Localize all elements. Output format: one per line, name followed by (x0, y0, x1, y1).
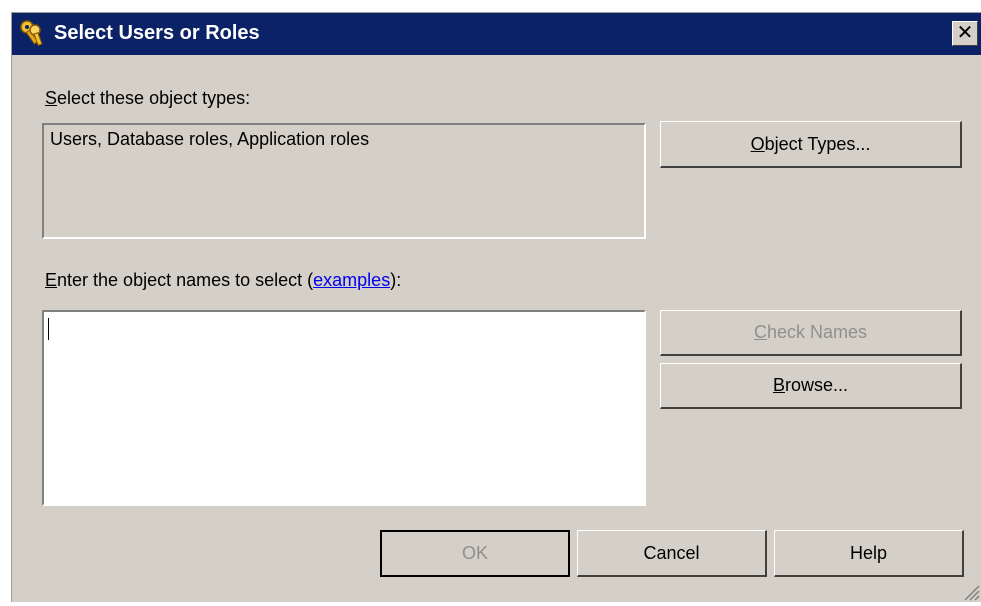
browse-button[interactable]: Browse... (660, 363, 962, 409)
check-names-button[interactable]: Check Names (660, 310, 962, 356)
object-names-input[interactable] (42, 310, 646, 506)
title-bar[interactable]: Select Users or Roles ✕ (12, 13, 981, 55)
object-types-field: Users, Database roles, Application roles (42, 123, 646, 239)
object-types-value: Users, Database roles, Application roles (50, 129, 370, 149)
close-icon: ✕ (956, 22, 974, 44)
text-caret (48, 318, 49, 340)
help-button[interactable]: Help (774, 530, 964, 577)
cancel-button[interactable]: Cancel (577, 530, 767, 577)
object-types-label: Select these object types: (45, 88, 251, 108)
close-button[interactable]: ✕ (952, 21, 978, 46)
resize-grip-icon[interactable] (962, 583, 980, 601)
select-users-or-roles-dialog: Select Users or Roles ✕ Select these obj… (11, 12, 981, 602)
ok-button[interactable]: OK (380, 530, 570, 577)
object-names-label: Enter the object names to select (exampl… (45, 270, 402, 290)
dialog-title: Select Users or Roles (54, 22, 260, 44)
object-types-button[interactable]: Object Types... (660, 121, 962, 168)
examples-link[interactable]: examples (313, 270, 390, 290)
keys-icon (18, 19, 46, 47)
